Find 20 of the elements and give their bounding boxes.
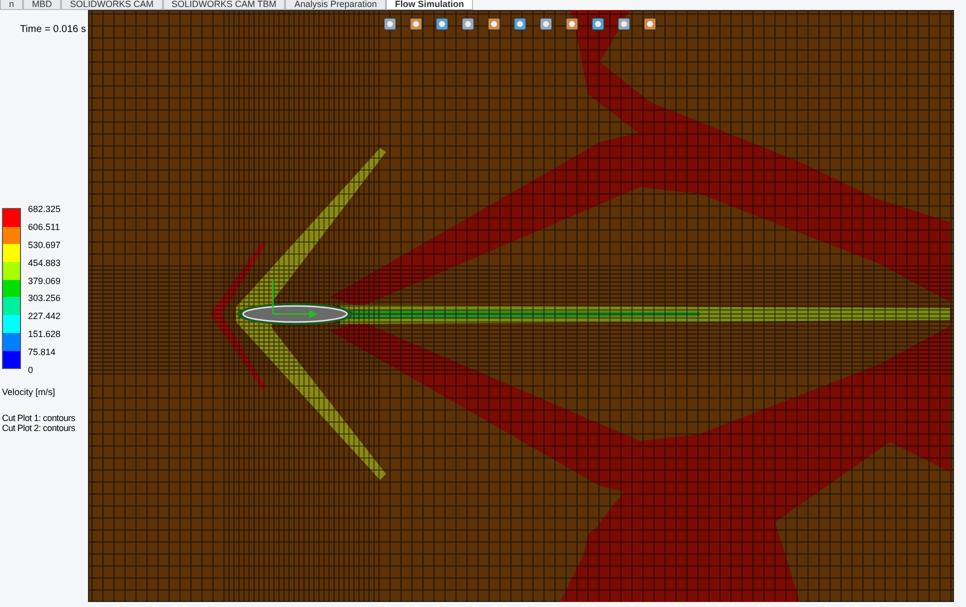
ribbon-tab[interactable]: Analysis Preparation [285, 0, 386, 10]
time-label: Time = 0.016 s [18, 24, 87, 35]
ribbon-tab[interactable]: SOLIDWORKS CAM [61, 0, 163, 10]
legend-value: 682.325 [28, 204, 61, 216]
ribbon-tab[interactable]: Flow Simulation [386, 0, 473, 10]
legend-value: 227.442 [28, 311, 61, 324]
legend-value: 606.511 [28, 222, 61, 234]
legend-value: 454.883 [28, 258, 61, 270]
ribbon-tab[interactable]: SOLIDWORKS CAM TBM [162, 0, 286, 10]
legend-value: 303.256 [28, 293, 61, 306]
legend-value: 75.814 [28, 347, 57, 360]
cut-plot-label: Cut Plot 2: contours [2, 422, 76, 433]
legend-value: 530.697 [28, 240, 61, 252]
legend-value: 379.069 [28, 276, 61, 288]
ribbon-tab[interactable]: n [0, 0, 24, 10]
legend-value: 0 [28, 365, 34, 378]
cut-plot-label: Cut Plot 1: contours [2, 412, 76, 423]
legend-value: 151.628 [28, 329, 61, 342]
legend-title: Velocity [m/s] [2, 386, 56, 397]
ribbon-tab[interactable]: MBD [23, 0, 62, 10]
